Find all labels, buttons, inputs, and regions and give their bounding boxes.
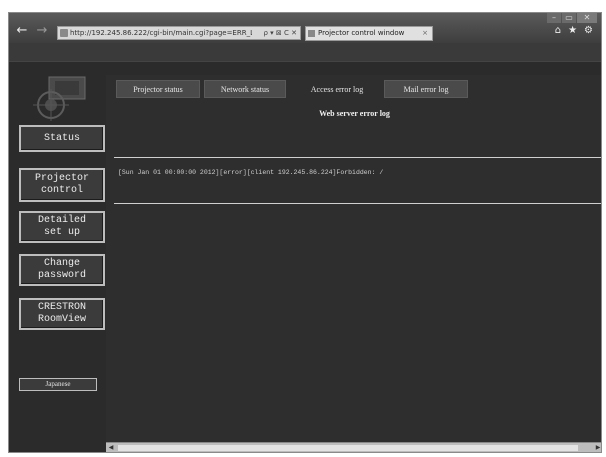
page-icon: [60, 29, 68, 37]
address-actions[interactable]: ρ ▾ ⊠ C ✕: [264, 27, 297, 39]
scrollbar-thumb[interactable]: [118, 445, 578, 451]
tab-title: Projector control window: [318, 29, 405, 37]
browser-chrome: – ▭ ✕ ← → http://192.245.86.222/cgi-bin/…: [9, 13, 601, 43]
browser-icons: ⌂ ★ ⚙: [555, 25, 593, 36]
minimize-icon[interactable]: –: [547, 13, 561, 23]
tab-network-status[interactable]: Network status: [204, 80, 286, 98]
main-panel: Projector status Network status Access e…: [106, 75, 601, 443]
tab-favicon-icon: [308, 30, 315, 37]
forward-icon[interactable]: →: [35, 24, 49, 38]
tab-projector-status[interactable]: Projector status: [116, 80, 200, 98]
sidebar-item-crestron-roomview[interactable]: CRESTRON RoomView: [19, 298, 105, 330]
scroll-left-icon[interactable]: ◀: [106, 443, 116, 452]
projector-logo-icon: [33, 76, 86, 121]
log-entry: [Sun Jan 01 00:00:00 2012][error][client…: [118, 169, 384, 176]
close-icon[interactable]: ✕: [577, 13, 597, 23]
scroll-right-icon[interactable]: ▶: [593, 443, 601, 452]
tab-mail-error-log[interactable]: Mail error log: [384, 80, 468, 98]
language-button[interactable]: Japanese: [19, 378, 97, 391]
tab-access-error-log[interactable]: Access error log: [292, 80, 382, 98]
divider-bottom: [114, 203, 601, 204]
sidebar-item-projector-control[interactable]: Projector control: [19, 168, 105, 202]
sidebar-item-detailed-set-up[interactable]: Detailed set up: [19, 211, 105, 243]
sidebar-item-change-password[interactable]: Change password: [19, 254, 105, 286]
address-bar[interactable]: http://192.245.86.222/cgi-bin/main.cgi?p…: [57, 26, 301, 40]
divider-top: [114, 157, 601, 158]
browser-tab[interactable]: Projector control window ×: [305, 26, 433, 41]
browser-window: – ▭ ✕ ← → http://192.245.86.222/cgi-bin/…: [8, 12, 602, 453]
sidebar-item-status[interactable]: Status: [19, 125, 105, 152]
back-icon[interactable]: ←: [15, 24, 29, 38]
home-icon[interactable]: ⌂: [555, 25, 561, 36]
window-controls: – ▭ ✕: [546, 13, 597, 24]
url-text: http://192.245.86.222/cgi-bin/main.cgi?p…: [70, 29, 252, 37]
star-icon[interactable]: ★: [568, 25, 577, 36]
gear-icon[interactable]: ⚙: [584, 25, 593, 36]
tab-close-icon[interactable]: ×: [422, 27, 428, 40]
maximize-icon[interactable]: ▭: [562, 13, 576, 23]
page-title: Web server error log: [319, 109, 390, 118]
horizontal-scrollbar[interactable]: ◀ ▶: [106, 442, 601, 452]
header-strip: [9, 43, 601, 62]
